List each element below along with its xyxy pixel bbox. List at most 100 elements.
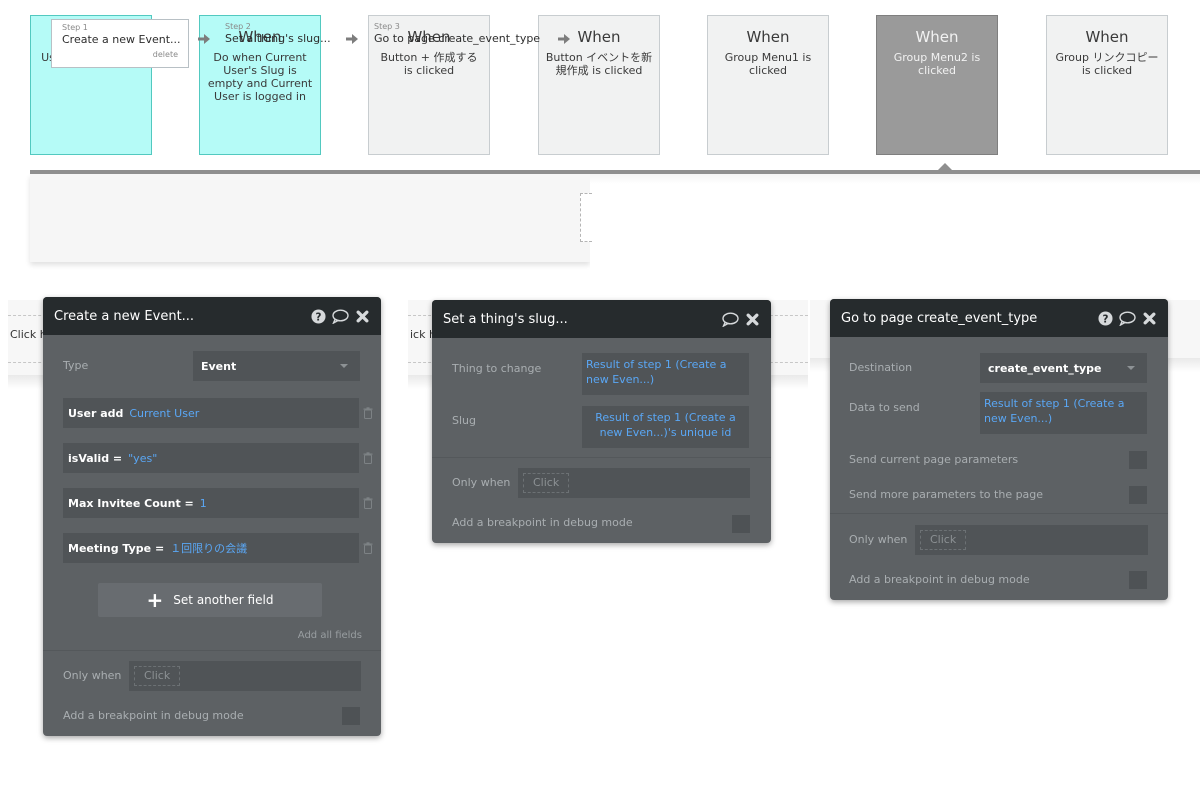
panel-title: Set a thing's slug... bbox=[443, 311, 568, 327]
event-description: Group リンクコピー is clicked bbox=[1055, 51, 1159, 77]
set-another-field-button[interactable]: + Set another field bbox=[98, 583, 322, 617]
trash-icon[interactable] bbox=[363, 542, 373, 554]
step-title: Go to page create_event_type bbox=[374, 32, 541, 45]
field-name: User add bbox=[68, 406, 124, 420]
only-when-label: Only when bbox=[63, 669, 122, 682]
event-when-label: When bbox=[746, 28, 790, 46]
step-number: Step 1 bbox=[62, 23, 88, 32]
send-current-params-label: Send current page parameters bbox=[849, 453, 1019, 466]
panel-go-to-page: Go to page create_event_type ? Destinati… bbox=[830, 299, 1168, 600]
breakpoint-label: Add a breakpoint in debug mode bbox=[452, 516, 633, 529]
type-label: Type bbox=[63, 359, 89, 372]
arrow-right-icon bbox=[346, 34, 358, 44]
selected-event-pointer bbox=[937, 163, 953, 171]
panel-header: Create a new Event... ? bbox=[43, 297, 381, 335]
field-name: Max Invitee Count = bbox=[68, 496, 194, 510]
type-dropdown[interactable]: Event bbox=[193, 351, 360, 381]
svg-text:?: ? bbox=[1102, 313, 1108, 325]
breakpoint-label: Add a breakpoint in debug mode bbox=[63, 709, 244, 722]
click-placeholder[interactable]: Click bbox=[134, 666, 181, 686]
event-description: Group Menu1 is clicked bbox=[724, 51, 812, 77]
slug-expression[interactable]: Result of step 1 (Create a new Even...)'… bbox=[582, 406, 749, 448]
steps-divider-bar bbox=[30, 170, 1200, 174]
trash-icon[interactable] bbox=[363, 497, 373, 509]
close-icon[interactable] bbox=[1140, 309, 1158, 327]
arrow-right-icon bbox=[198, 34, 210, 44]
step-1[interactable]: Step 1 Create a new Event... delete bbox=[51, 19, 189, 68]
only-when-condition-input[interactable]: Click bbox=[129, 661, 361, 691]
field-row-isvalid[interactable]: isValid = "yes" bbox=[63, 443, 359, 473]
help-icon[interactable]: ? bbox=[309, 307, 327, 325]
click-placeholder[interactable]: Click bbox=[523, 473, 570, 493]
field-value: 1 bbox=[199, 496, 207, 510]
slug-label: Slug bbox=[452, 414, 476, 427]
trash-icon[interactable] bbox=[363, 452, 373, 464]
event-card-group-link-copy[interactable]: When Group リンクコピー is clicked bbox=[1046, 15, 1168, 155]
event-description: Group Menu2 is clicked bbox=[893, 51, 981, 77]
divider bbox=[43, 650, 381, 651]
only-when-condition-input[interactable]: Click bbox=[915, 525, 1148, 555]
steps-panel-shadow bbox=[590, 174, 1200, 184]
step-3[interactable]: Step 3 Go to page create_event_type bbox=[364, 19, 544, 68]
field-row-meeting-type[interactable]: Meeting Type = １回限りの会議 bbox=[63, 533, 359, 563]
destination-dropdown-value: create_event_type bbox=[988, 361, 1102, 375]
panel-create-event: Create a new Event... ? Type Event User … bbox=[43, 297, 381, 736]
panel-header: Go to page create_event_type ? bbox=[830, 299, 1168, 337]
divider bbox=[830, 513, 1168, 514]
close-icon[interactable] bbox=[743, 310, 761, 328]
help-icon[interactable]: ? bbox=[1096, 309, 1114, 327]
steps-panel bbox=[30, 174, 590, 262]
divider bbox=[432, 457, 771, 458]
destination-label: Destination bbox=[849, 361, 913, 374]
panel-header: Set a thing's slug... bbox=[432, 300, 771, 338]
send-current-params-checkbox[interactable] bbox=[1129, 451, 1147, 469]
panel-title: Go to page create_event_type bbox=[841, 310, 1038, 326]
data-to-send-label: Data to send bbox=[849, 401, 920, 414]
event-when-label: When bbox=[1085, 28, 1129, 46]
breakpoint-checkbox[interactable] bbox=[1129, 571, 1147, 589]
field-value: Current User bbox=[129, 406, 200, 420]
step-number: Step 3 bbox=[374, 22, 400, 31]
step-title: Create a new Event... bbox=[62, 33, 181, 46]
only-when-condition-input[interactable]: Click bbox=[518, 468, 750, 498]
add-all-fields-link[interactable]: Add all fields bbox=[298, 630, 362, 641]
breakpoint-checkbox[interactable] bbox=[732, 515, 750, 533]
step-delete-link[interactable]: delete bbox=[62, 49, 178, 61]
comment-icon[interactable] bbox=[721, 310, 739, 328]
plus-icon: + bbox=[146, 588, 164, 612]
comment-icon[interactable] bbox=[331, 307, 349, 325]
event-description: Button イベントを新規作成 is clicked bbox=[545, 51, 653, 77]
event-card-group-menu1[interactable]: When Group Menu1 is clicked bbox=[707, 15, 829, 155]
chevron-down-icon bbox=[1127, 366, 1135, 370]
breakpoint-checkbox[interactable] bbox=[342, 707, 360, 725]
field-name: isValid = bbox=[68, 451, 123, 465]
event-when-label: When bbox=[915, 28, 959, 46]
close-icon[interactable] bbox=[353, 307, 371, 325]
send-more-params-label: Send more parameters to the page bbox=[849, 488, 1044, 501]
steps-panel-blank bbox=[590, 184, 1200, 276]
add-step-placeholder[interactable] bbox=[580, 193, 592, 242]
data-to-send-expression[interactable]: Result of step 1 (Create a new Even...) bbox=[980, 392, 1147, 434]
field-row-max-invitee-count[interactable]: Max Invitee Count = 1 bbox=[63, 488, 359, 518]
panel-set-slug: Set a thing's slug... Thing to change Re… bbox=[432, 300, 771, 543]
destination-dropdown[interactable]: create_event_type bbox=[980, 353, 1147, 383]
event-card-group-menu2[interactable]: When Group Menu2 is clicked bbox=[876, 15, 998, 155]
background-peek-text: Click h bbox=[10, 328, 47, 341]
field-row-user-add[interactable]: User add Current User bbox=[63, 398, 359, 428]
step-2[interactable]: Step 2 Set a thing's slug... bbox=[215, 19, 333, 68]
step-title: Set a thing's slug... bbox=[225, 32, 331, 45]
click-placeholder[interactable]: Click bbox=[920, 530, 967, 550]
field-value: １回限りの会議 bbox=[170, 542, 248, 555]
only-when-label: Only when bbox=[452, 476, 511, 489]
field-value: "yes" bbox=[128, 451, 158, 465]
comment-icon[interactable] bbox=[1118, 309, 1136, 327]
panel-title: Create a new Event... bbox=[54, 308, 195, 324]
send-more-params-checkbox[interactable] bbox=[1129, 486, 1147, 504]
svg-text:?: ? bbox=[315, 311, 321, 323]
type-dropdown-value: Event bbox=[201, 359, 237, 373]
breakpoint-label: Add a breakpoint in debug mode bbox=[849, 573, 1030, 586]
chevron-down-icon bbox=[340, 364, 348, 368]
set-another-field-label: Set another field bbox=[173, 593, 274, 607]
trash-icon[interactable] bbox=[363, 407, 373, 419]
thing-to-change-expression[interactable]: Result of step 1 (Create a new Even...) bbox=[582, 353, 749, 395]
